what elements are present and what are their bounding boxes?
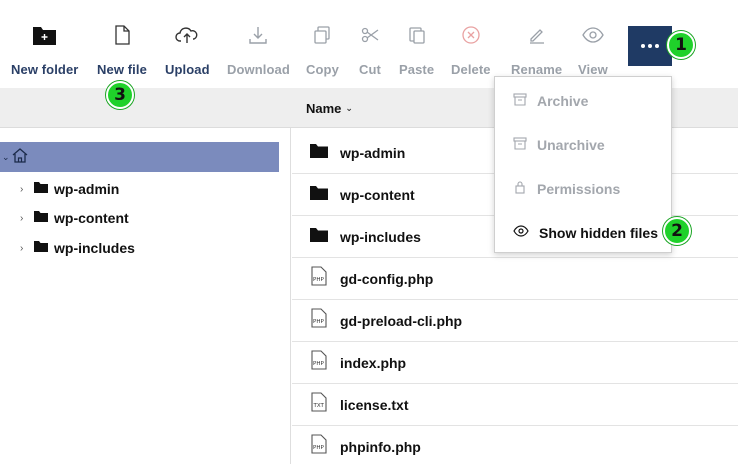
file-name: gd-config.php <box>340 270 434 287</box>
home-icon <box>11 147 29 168</box>
chevron-right-icon[interactable]: › <box>20 243 28 254</box>
step-badge-2: 2 <box>663 217 691 245</box>
step-badge-3: 3 <box>106 81 134 109</box>
svg-text:PHP: PHP <box>313 361 324 367</box>
copy-icon <box>309 22 335 48</box>
new-folder-label: New folder <box>11 62 79 77</box>
chevron-down-icon: ⌄ <box>345 103 353 113</box>
unarchive-icon <box>513 136 527 155</box>
txt-file-icon: TXT <box>310 392 328 417</box>
menu-item-label: Permissions <box>537 181 621 197</box>
file-row[interactable]: PHP gd-config.php <box>292 258 738 300</box>
eye-icon <box>580 22 606 48</box>
view-label: View <box>578 62 608 77</box>
cut-button[interactable]: Cut <box>357 22 383 80</box>
svg-text:TXT: TXT <box>313 403 325 409</box>
folder-tree: ⌄ › wp-admin › wp-content › wp-includes <box>0 128 291 464</box>
eye-icon <box>513 224 529 242</box>
view-button[interactable]: View <box>578 22 608 80</box>
rename-button[interactable]: Rename <box>511 22 562 80</box>
ellipsis-icon <box>641 44 645 48</box>
upload-icon <box>174 22 200 48</box>
folder-icon <box>310 143 328 163</box>
tree-item-wp-content[interactable]: › wp-content <box>20 207 129 229</box>
menu-item-label: Archive <box>537 93 589 109</box>
name-column-label: Name <box>306 101 342 116</box>
chevron-right-icon[interactable]: › <box>20 213 28 224</box>
file-name: wp-admin <box>340 144 406 161</box>
file-name: wp-includes <box>340 228 421 245</box>
php-file-icon: PHP <box>310 266 328 291</box>
svg-text:PHP: PHP <box>313 445 324 451</box>
tree-item-wp-admin[interactable]: › wp-admin <box>20 178 119 200</box>
copy-label: Copy <box>306 62 339 77</box>
scissors-icon <box>357 22 383 48</box>
file-name: phpinfo.php <box>340 438 421 455</box>
tree-item-label: wp-includes <box>54 240 135 256</box>
download-label: Download <box>227 62 290 77</box>
folder-icon <box>34 180 48 198</box>
svg-text:PHP: PHP <box>313 319 324 325</box>
menu-item-archive[interactable]: Archive <box>495 79 671 123</box>
folder-icon <box>34 209 48 227</box>
delete-label: Delete <box>451 62 491 77</box>
menu-item-label: Unarchive <box>537 137 605 153</box>
upload-label: Upload <box>165 62 210 77</box>
svg-text:PHP: PHP <box>313 277 324 283</box>
more-actions-menu: Archive Unarchive Permissions Show hidde… <box>494 76 672 253</box>
delete-icon <box>458 22 484 48</box>
new-file-icon <box>109 22 135 48</box>
pencil-icon <box>524 22 550 48</box>
step-badge-1: 1 <box>667 31 695 59</box>
menu-item-label: Show hidden files <box>539 225 659 241</box>
chevron-right-icon[interactable]: › <box>20 184 28 195</box>
new-folder-icon <box>32 22 58 48</box>
download-button[interactable]: Download <box>227 22 290 80</box>
file-name: index.php <box>340 354 407 371</box>
paste-button[interactable]: Paste <box>399 22 434 80</box>
new-file-label: New file <box>97 62 147 77</box>
paste-icon <box>404 22 430 48</box>
delete-button[interactable]: Delete <box>451 22 491 80</box>
lock-icon <box>513 180 527 199</box>
tree-item-label: wp-content <box>54 210 129 226</box>
tree-item-label: wp-admin <box>54 181 120 197</box>
php-file-icon: PHP <box>310 308 328 333</box>
file-row[interactable]: PHP phpinfo.php <box>292 426 738 464</box>
paste-label: Paste <box>399 62 435 77</box>
menu-item-show-hidden-files[interactable]: Show hidden files <box>495 211 671 255</box>
copy-button[interactable]: Copy <box>306 22 339 80</box>
folder-icon <box>34 239 48 257</box>
menu-item-unarchive[interactable]: Unarchive <box>495 123 671 167</box>
file-name: license.txt <box>340 396 409 413</box>
menu-item-permissions[interactable]: Permissions <box>495 167 671 211</box>
cut-label: Cut <box>359 62 381 77</box>
upload-button[interactable]: Upload <box>165 22 210 80</box>
file-row[interactable]: PHP index.php <box>292 342 738 384</box>
rename-label: Rename <box>511 62 563 77</box>
tree-item-wp-includes[interactable]: › wp-includes <box>20 237 135 259</box>
more-actions-button[interactable] <box>628 26 672 66</box>
file-row[interactable]: TXT license.txt <box>292 384 738 426</box>
new-file-button[interactable]: New file <box>97 22 147 80</box>
toolbar: New folder New file Upload Download Copy… <box>0 0 738 88</box>
file-name: wp-content <box>340 186 415 203</box>
php-file-icon: PHP <box>310 434 328 459</box>
file-row[interactable]: PHP gd-preload-cli.php <box>292 300 738 342</box>
php-file-icon: PHP <box>310 350 328 375</box>
chevron-down-icon[interactable]: ⌄ <box>2 152 11 163</box>
download-icon <box>245 22 271 48</box>
name-column-header[interactable]: Name ⌄ <box>306 101 353 116</box>
folder-icon <box>310 185 328 205</box>
new-folder-button[interactable]: New folder <box>11 22 78 80</box>
file-name: gd-preload-cli.php <box>340 312 463 329</box>
archive-icon <box>513 92 527 111</box>
tree-root-home[interactable]: ⌄ <box>0 142 279 172</box>
folder-icon <box>310 227 328 247</box>
